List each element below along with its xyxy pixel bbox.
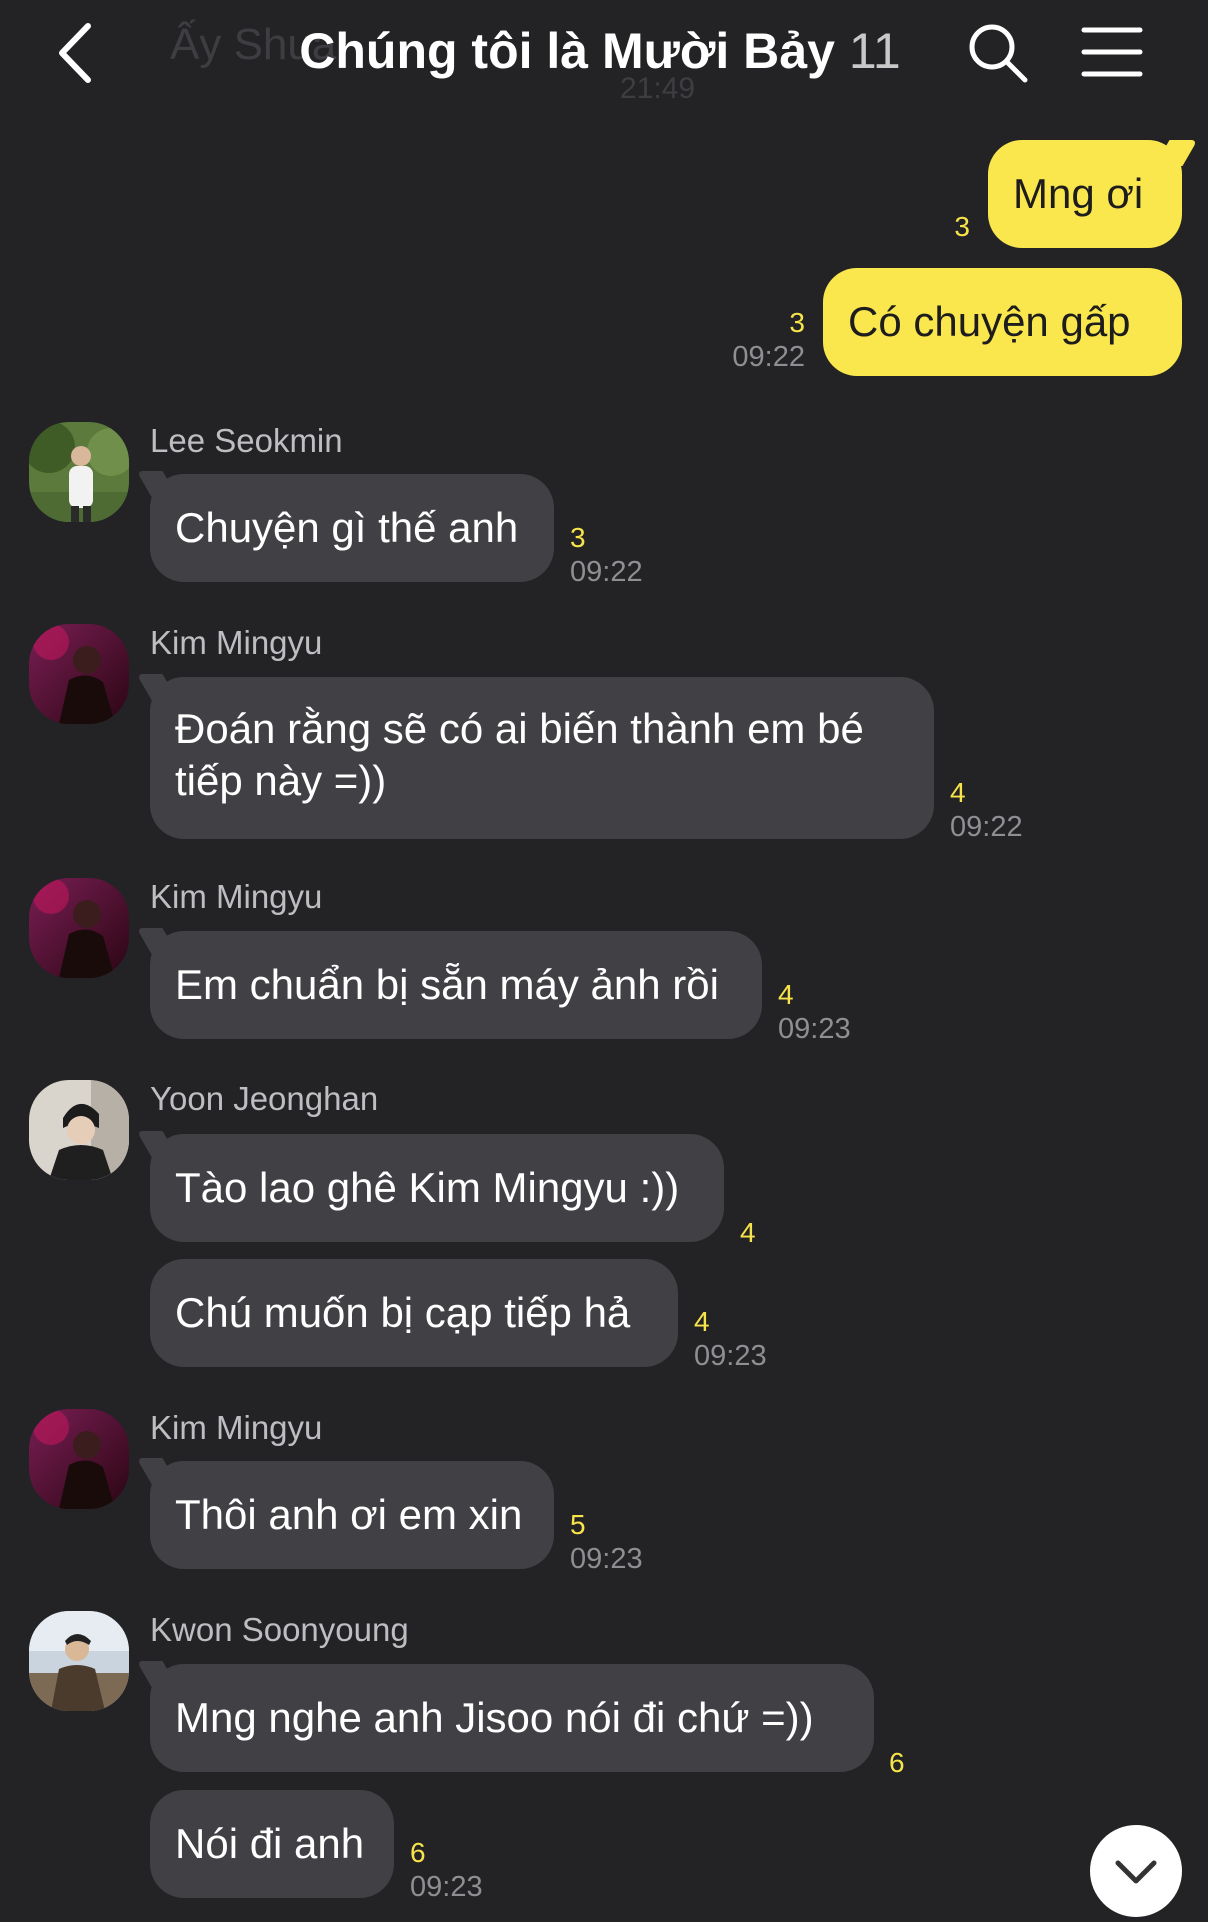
sender-name: Kwon Soonyoung	[150, 1611, 409, 1648]
hamburger-menu-icon	[1081, 27, 1143, 77]
unread-count: 3	[570, 522, 586, 553]
avatar-kim-mingyu[interactable]	[29, 1409, 129, 1509]
message-meta: 4	[740, 1216, 756, 1250]
member-count: 11	[848, 23, 901, 79]
unread-count: 4	[740, 1217, 756, 1248]
message-text: Đoán rằng sẽ có ai biến thành em bé tiếp…	[175, 705, 864, 804]
message-meta: 3	[920, 210, 970, 244]
sender-name: Yoon Jeonghan	[150, 1080, 379, 1117]
avatar-kwon-soonyoung[interactable]	[29, 1611, 129, 1711]
incoming-message[interactable]: Em chuẩn bị sẵn máy ảnh rồi	[150, 931, 762, 1039]
message-time: 09:22	[570, 556, 643, 588]
sender-name: Lee Seokmin	[150, 422, 343, 459]
message-text: Em chuẩn bị sẵn máy ảnh rồi	[175, 961, 719, 1008]
message-meta: 6 09:23	[410, 1836, 483, 1904]
back-button[interactable]	[48, 18, 108, 88]
message-time: 09:23	[778, 1013, 851, 1045]
avatar-image	[29, 1409, 129, 1509]
message-text: Mng ơi	[1013, 170, 1144, 217]
unread-count: 6	[889, 1747, 905, 1778]
scroll-to-bottom-button[interactable]	[1090, 1825, 1182, 1917]
incoming-message[interactable]: Chuyện gì thế anh	[150, 474, 554, 582]
chevron-down-icon	[1115, 1860, 1157, 1884]
sender-name: Kim Mingyu	[150, 1409, 323, 1446]
message-meta: 6	[889, 1746, 905, 1780]
incoming-message[interactable]: Chú muốn bị cạp tiếp hả	[150, 1259, 678, 1367]
message-text: Có chuyện gấp	[848, 298, 1131, 345]
unread-count: 3	[954, 211, 970, 242]
message-meta: 4 09:23	[694, 1305, 767, 1373]
message-text: Chú muốn bị cạp tiếp hả	[175, 1289, 631, 1336]
message-text: Thôi anh ơi em xin	[175, 1491, 523, 1538]
message-text: Mng nghe anh Jisoo nói đi chứ =))	[175, 1694, 814, 1741]
message-meta: 5 09:23	[570, 1508, 643, 1576]
unread-count: 5	[570, 1509, 586, 1540]
outgoing-message[interactable]: Mng ơi	[988, 140, 1182, 248]
message-time: 09:23	[694, 1340, 767, 1372]
unread-count: 6	[410, 1837, 426, 1868]
avatar-image	[29, 1611, 129, 1711]
avatar-image	[29, 878, 129, 978]
avatar-lee-seokmin[interactable]	[29, 422, 129, 522]
sender-name: Kim Mingyu	[150, 878, 323, 915]
incoming-message[interactable]: Mng nghe anh Jisoo nói đi chứ =))	[150, 1664, 874, 1772]
avatar-image	[29, 422, 129, 522]
unread-count: 4	[778, 979, 794, 1010]
outgoing-message[interactable]: Có chuyện gấp	[823, 268, 1182, 376]
avatar-yoon-jeonghan[interactable]	[29, 1080, 129, 1180]
chat-header: Ấy Shua 21:49 Chúng tôi là Mười Bảy 11	[0, 0, 1208, 110]
avatar-image	[29, 1080, 129, 1180]
unread-count: 4	[694, 1306, 710, 1337]
incoming-message[interactable]: Đoán rằng sẽ có ai biến thành em bé tiếp…	[150, 677, 934, 839]
incoming-message[interactable]: Nói đi anh	[150, 1790, 394, 1898]
search-icon	[969, 24, 1028, 83]
chat-room-name: Chúng tôi là Mười Bảy	[299, 23, 835, 79]
message-meta: 4 09:23	[778, 978, 851, 1046]
message-time: 09:23	[410, 1871, 483, 1903]
menu-button[interactable]	[1080, 24, 1144, 80]
incoming-message[interactable]: Thôi anh ơi em xin	[150, 1461, 554, 1569]
unread-count: 4	[950, 777, 966, 808]
message-meta: 3 09:22	[700, 306, 805, 374]
unread-count: 3	[789, 307, 805, 338]
message-meta: 4 09:22	[950, 776, 1023, 844]
message-text: Nói đi anh	[175, 1820, 365, 1867]
avatar-kim-mingyu[interactable]	[29, 878, 129, 978]
message-meta: 3 09:22	[570, 521, 643, 589]
avatar-kim-mingyu[interactable]	[29, 624, 129, 724]
sender-name: Kim Mingyu	[150, 624, 323, 661]
message-text: Tào lao ghê Kim Mingyu :))	[175, 1164, 680, 1211]
message-time: 09:23	[570, 1543, 643, 1575]
chat-title: Chúng tôi là Mười Bảy 11	[240, 22, 960, 80]
message-time: 09:22	[950, 811, 1023, 843]
avatar-image	[29, 624, 129, 724]
message-text: Chuyện gì thế anh	[175, 504, 519, 551]
chevron-left-icon	[59, 23, 91, 83]
incoming-message[interactable]: Tào lao ghê Kim Mingyu :))	[150, 1134, 724, 1242]
search-button[interactable]	[965, 20, 1031, 86]
message-time: 09:22	[732, 341, 805, 373]
